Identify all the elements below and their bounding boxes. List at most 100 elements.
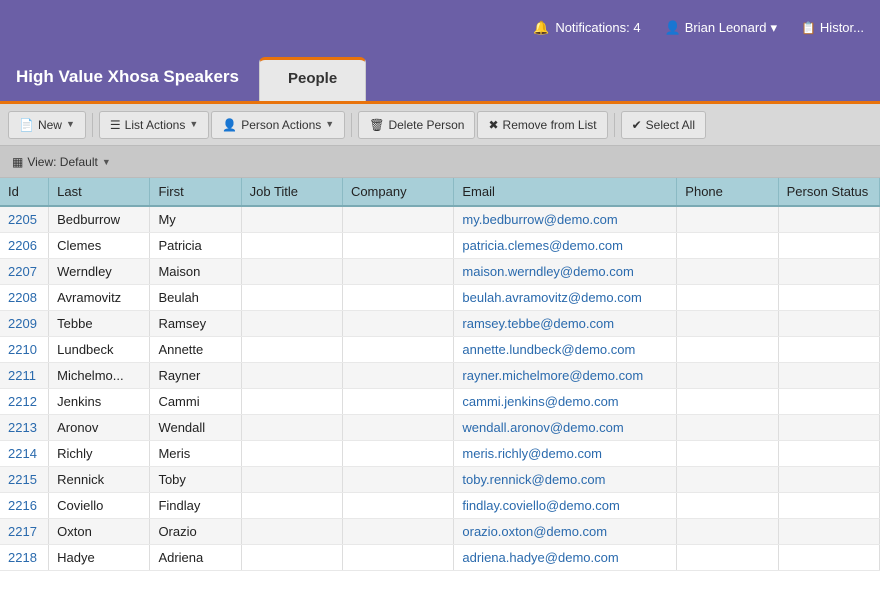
col-header-status[interactable]: Person Status — [778, 178, 879, 206]
cell-email[interactable]: orazio.oxton@demo.com — [454, 519, 677, 545]
cell-phone — [677, 493, 778, 519]
delete-button[interactable]: Delete Person — [358, 111, 475, 139]
list-icon — [110, 118, 121, 132]
table-row[interactable]: 2206ClemesPatriciapatricia.clemes@demo.c… — [0, 233, 880, 259]
cell-email[interactable]: cammi.jenkins@demo.com — [454, 389, 677, 415]
person-actions-icon — [222, 118, 237, 132]
table-row[interactable]: 2216CovielloFindlayfindlay.coviello@demo… — [0, 493, 880, 519]
cell-company — [342, 519, 453, 545]
cell-phone — [677, 389, 778, 415]
person-actions-button[interactable]: Person Actions — [211, 111, 345, 139]
cell-id[interactable]: 2212 — [0, 389, 49, 415]
cell-first: Patricia — [150, 233, 241, 259]
cell-email[interactable]: maison.werndley@demo.com — [454, 259, 677, 285]
cell-id[interactable]: 2217 — [0, 519, 49, 545]
table-row[interactable]: 2215RennickTobytoby.rennick@demo.com — [0, 467, 880, 493]
person-actions-label: Person Actions — [241, 118, 321, 132]
table-row[interactable]: 2209TebbeRamseyramsey.tebbe@demo.com — [0, 311, 880, 337]
remove-icon — [488, 118, 498, 132]
cell-first: My — [150, 206, 241, 233]
cell-email[interactable]: toby.rennick@demo.com — [454, 467, 677, 493]
col-header-company[interactable]: Company — [342, 178, 453, 206]
cell-id[interactable]: 2209 — [0, 311, 49, 337]
cell-company — [342, 311, 453, 337]
list-actions-label: List Actions — [125, 118, 186, 132]
table-row[interactable]: 2214RichlyMerismeris.richly@demo.com — [0, 441, 880, 467]
cell-phone — [677, 441, 778, 467]
list-actions-button[interactable]: List Actions — [99, 111, 209, 139]
cell-email[interactable]: annette.lundbeck@demo.com — [454, 337, 677, 363]
table-row[interactable]: 2205BedburrowMymy.bedburrow@demo.com — [0, 206, 880, 233]
cell-title — [241, 415, 342, 441]
cell-id[interactable]: 2216 — [0, 493, 49, 519]
cell-last: Avramovitz — [49, 285, 150, 311]
cell-last: Lundbeck — [49, 337, 150, 363]
people-table-container: Id Last First Job Title Company Email Ph… — [0, 178, 880, 607]
select-all-button[interactable]: Select All — [621, 111, 706, 139]
cell-company — [342, 233, 453, 259]
table-row[interactable]: 2218HadyeAdrienaadriena.hadye@demo.com — [0, 545, 880, 571]
cell-first: Cammi — [150, 389, 241, 415]
cell-email[interactable]: findlay.coviello@demo.com — [454, 493, 677, 519]
new-button[interactable]: New — [8, 111, 86, 139]
cell-email[interactable]: my.bedburrow@demo.com — [454, 206, 677, 233]
cell-status — [778, 311, 879, 337]
col-header-id[interactable]: Id — [0, 178, 49, 206]
cell-id[interactable]: 2214 — [0, 441, 49, 467]
cell-email[interactable]: wendall.aronov@demo.com — [454, 415, 677, 441]
cell-email[interactable]: rayner.michelmore@demo.com — [454, 363, 677, 389]
history-area[interactable]: Histor... — [801, 20, 864, 35]
cell-status — [778, 441, 879, 467]
cell-id[interactable]: 2213 — [0, 415, 49, 441]
cell-first: Findlay — [150, 493, 241, 519]
cell-last: Hadye — [49, 545, 150, 571]
remove-button[interactable]: Remove from List — [477, 111, 607, 139]
col-header-email[interactable]: Email — [454, 178, 677, 206]
user-menu[interactable]: Brian Leonard ▾ — [665, 20, 777, 36]
cell-id[interactable]: 2211 — [0, 363, 49, 389]
table-row[interactable]: 2208AvramovitzBeulahbeulah.avramovitz@de… — [0, 285, 880, 311]
cell-email[interactable]: adriena.hadye@demo.com — [454, 545, 677, 571]
cell-email[interactable]: ramsey.tebbe@demo.com — [454, 311, 677, 337]
view-arrow — [102, 157, 111, 167]
cell-id[interactable]: 2218 — [0, 545, 49, 571]
cell-title — [241, 389, 342, 415]
cell-id[interactable]: 2210 — [0, 337, 49, 363]
cell-first: Meris — [150, 441, 241, 467]
cell-id[interactable]: 2205 — [0, 206, 49, 233]
col-header-last[interactable]: Last — [49, 178, 150, 206]
table-row[interactable]: 2210LundbeckAnnetteannette.lundbeck@demo… — [0, 337, 880, 363]
cell-id[interactable]: 2206 — [0, 233, 49, 259]
cell-email[interactable]: meris.richly@demo.com — [454, 441, 677, 467]
table-row[interactable]: 2213AronovWendallwendall.aronov@demo.com — [0, 415, 880, 441]
bell-icon — [533, 20, 549, 36]
cell-email[interactable]: beulah.avramovitz@demo.com — [454, 285, 677, 311]
user-label: Brian Leonard — [685, 20, 767, 35]
separator-3 — [614, 113, 615, 137]
view-label[interactable]: View: Default — [12, 155, 111, 169]
cell-status — [778, 259, 879, 285]
cell-id[interactable]: 2208 — [0, 285, 49, 311]
cell-phone — [677, 311, 778, 337]
cell-phone — [677, 285, 778, 311]
cell-id[interactable]: 2207 — [0, 259, 49, 285]
cell-status — [778, 337, 879, 363]
notifications-area[interactable]: Notifications: 4 — [533, 20, 640, 36]
tab-people[interactable]: People — [259, 57, 366, 101]
col-header-phone[interactable]: Phone — [677, 178, 778, 206]
cell-email[interactable]: patricia.clemes@demo.com — [454, 233, 677, 259]
new-arrow — [66, 119, 75, 130]
cell-last: Tebbe — [49, 311, 150, 337]
cell-status — [778, 389, 879, 415]
cell-id[interactable]: 2215 — [0, 467, 49, 493]
cell-phone — [677, 259, 778, 285]
col-header-title[interactable]: Job Title — [241, 178, 342, 206]
view-icon — [12, 155, 23, 169]
cell-phone — [677, 206, 778, 233]
table-row[interactable]: 2211Michelmo...Raynerrayner.michelmore@d… — [0, 363, 880, 389]
table-row[interactable]: 2212JenkinsCammicammi.jenkins@demo.com — [0, 389, 880, 415]
table-row[interactable]: 2217OxtonOrazioorazio.oxton@demo.com — [0, 519, 880, 545]
col-header-first[interactable]: First — [150, 178, 241, 206]
table-row[interactable]: 2207WerndleyMaisonmaison.werndley@demo.c… — [0, 259, 880, 285]
cell-title — [241, 545, 342, 571]
